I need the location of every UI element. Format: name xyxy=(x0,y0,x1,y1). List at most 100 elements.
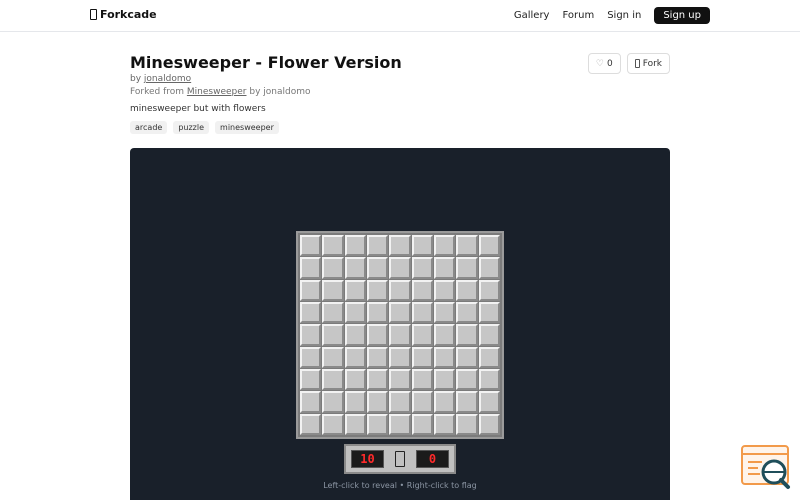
board-cell[interactable] xyxy=(389,413,411,435)
board-cell[interactable] xyxy=(300,302,322,324)
board-cell[interactable] xyxy=(344,346,366,368)
board-cell[interactable] xyxy=(411,302,433,324)
game-canvas[interactable]: 10 0 Left-click to reveal • Right-click … xyxy=(130,148,670,500)
nav-forum-link[interactable]: Forum xyxy=(562,10,594,21)
board-cell[interactable] xyxy=(367,324,389,346)
board-cell[interactable] xyxy=(434,391,456,413)
board-cell[interactable] xyxy=(322,391,344,413)
board-cell[interactable] xyxy=(434,279,456,301)
board-cell[interactable] xyxy=(367,302,389,324)
board-cell[interactable] xyxy=(411,413,433,435)
board-cell[interactable] xyxy=(322,346,344,368)
author-byline: by jonaldomo xyxy=(130,74,191,84)
board-cell[interactable] xyxy=(434,302,456,324)
tag-puzzle[interactable]: puzzle xyxy=(173,121,210,134)
game-actions: ♡ 0 Fork xyxy=(587,53,670,74)
board-cell[interactable] xyxy=(434,235,456,257)
board-cell[interactable] xyxy=(322,369,344,391)
board-cell[interactable] xyxy=(300,369,322,391)
board-cell[interactable] xyxy=(411,279,433,301)
board-cell[interactable] xyxy=(411,346,433,368)
nav-gallery-link[interactable]: Gallery xyxy=(514,10,550,21)
board-cell[interactable] xyxy=(367,346,389,368)
board-cell[interactable] xyxy=(456,324,478,346)
board-cell[interactable] xyxy=(411,235,433,257)
board-cell[interactable] xyxy=(434,257,456,279)
forked-source-link[interactable]: Minesweeper xyxy=(187,87,247,97)
board-cell[interactable] xyxy=(478,413,500,435)
board-cell[interactable] xyxy=(456,257,478,279)
board-cell[interactable] xyxy=(300,391,322,413)
board-cell[interactable] xyxy=(478,279,500,301)
board-cell[interactable] xyxy=(434,346,456,368)
board-cell[interactable] xyxy=(300,279,322,301)
board-cell[interactable] xyxy=(389,257,411,279)
board-cell[interactable] xyxy=(367,235,389,257)
game-status-bar: 10 0 xyxy=(344,444,456,474)
board-cell[interactable] xyxy=(344,369,366,391)
signup-button[interactable]: Sign up xyxy=(654,7,710,24)
board-cell[interactable] xyxy=(434,324,456,346)
board-cell[interactable] xyxy=(300,346,322,368)
board-cell[interactable] xyxy=(322,413,344,435)
board-cell[interactable] xyxy=(411,391,433,413)
board-cell[interactable] xyxy=(367,413,389,435)
board-cell[interactable] xyxy=(478,346,500,368)
author-link[interactable]: jonaldomo xyxy=(144,74,191,84)
board-cell[interactable] xyxy=(389,279,411,301)
board-cell[interactable] xyxy=(411,324,433,346)
board-cell[interactable] xyxy=(478,257,500,279)
board-cell[interactable] xyxy=(344,235,366,257)
fork-button[interactable]: Fork xyxy=(626,53,670,74)
board-cell[interactable] xyxy=(389,324,411,346)
board-cell[interactable] xyxy=(478,324,500,346)
board-cell[interactable] xyxy=(367,391,389,413)
board-cell[interactable] xyxy=(300,235,322,257)
board-cell[interactable] xyxy=(344,413,366,435)
board-cell[interactable] xyxy=(367,257,389,279)
board-cell[interactable] xyxy=(434,413,456,435)
board-cell[interactable] xyxy=(456,279,478,301)
board-cell[interactable] xyxy=(411,257,433,279)
board-cell[interactable] xyxy=(478,369,500,391)
board-cell[interactable] xyxy=(411,369,433,391)
board-cell[interactable] xyxy=(389,369,411,391)
face-icon[interactable] xyxy=(395,451,405,467)
board-cell[interactable] xyxy=(478,302,500,324)
board-cell[interactable] xyxy=(344,257,366,279)
board-cell[interactable] xyxy=(367,279,389,301)
board-cell[interactable] xyxy=(322,257,344,279)
brand-logo[interactable]: Forkcade xyxy=(90,8,157,21)
board-cell[interactable] xyxy=(300,413,322,435)
board-cell[interactable] xyxy=(389,346,411,368)
nav-signin-link[interactable]: Sign in xyxy=(607,10,641,21)
assistant-widget-icon[interactable] xyxy=(740,444,792,490)
board-cell[interactable] xyxy=(300,324,322,346)
board-cell[interactable] xyxy=(456,391,478,413)
board-cell[interactable] xyxy=(456,369,478,391)
board-cell[interactable] xyxy=(434,369,456,391)
tag-minesweeper[interactable]: minesweeper xyxy=(215,121,279,134)
board-cell[interactable] xyxy=(478,235,500,257)
board-cell[interactable] xyxy=(389,302,411,324)
board-cell[interactable] xyxy=(456,413,478,435)
board-cell[interactable] xyxy=(478,391,500,413)
board-cell[interactable] xyxy=(456,302,478,324)
board-cell[interactable] xyxy=(322,324,344,346)
board-cell[interactable] xyxy=(389,235,411,257)
board-cell[interactable] xyxy=(389,391,411,413)
board-cell[interactable] xyxy=(322,235,344,257)
board-cell[interactable] xyxy=(367,369,389,391)
board-cell[interactable] xyxy=(344,279,366,301)
like-button[interactable]: ♡ 0 xyxy=(587,53,621,74)
board-cell[interactable] xyxy=(322,279,344,301)
board-cell[interactable] xyxy=(300,257,322,279)
board-cell[interactable] xyxy=(344,302,366,324)
board-cell[interactable] xyxy=(456,346,478,368)
tag-arcade[interactable]: arcade xyxy=(130,121,168,134)
board-cell[interactable] xyxy=(344,391,366,413)
board-cell[interactable] xyxy=(322,302,344,324)
board-cell[interactable] xyxy=(456,235,478,257)
board-cell[interactable] xyxy=(344,324,366,346)
minesweeper-board[interactable] xyxy=(296,231,504,439)
